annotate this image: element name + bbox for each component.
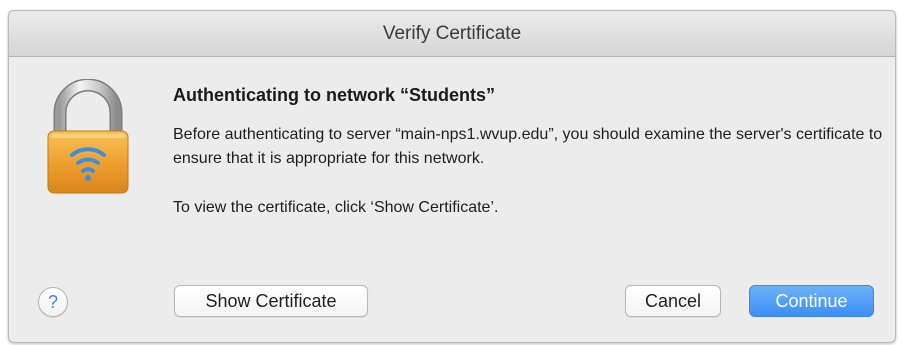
dialog-message: Before authenticating to server “main-np… — [173, 126, 883, 167]
lock-wifi-icon — [47, 79, 129, 194]
show-certificate-button[interactable]: Show Certificate — [174, 285, 368, 317]
cancel-button[interactable]: Cancel — [625, 285, 721, 317]
dialog-title: Verify Certificate — [382, 22, 522, 44]
help-button[interactable]: ? — [38, 287, 68, 317]
dialog-hint: To view the certificate, click ‘Show Cer… — [173, 199, 499, 216]
continue-button[interactable]: Continue — [749, 285, 874, 317]
help-icon: ? — [47, 291, 58, 312]
dialog-heading: Authenticating to network “Students” — [173, 85, 495, 105]
verify-certificate-dialog: Verify Certificate Authenticating to net… — [8, 10, 896, 343]
title-bar[interactable]: Verify Certificate — [9, 11, 895, 57]
